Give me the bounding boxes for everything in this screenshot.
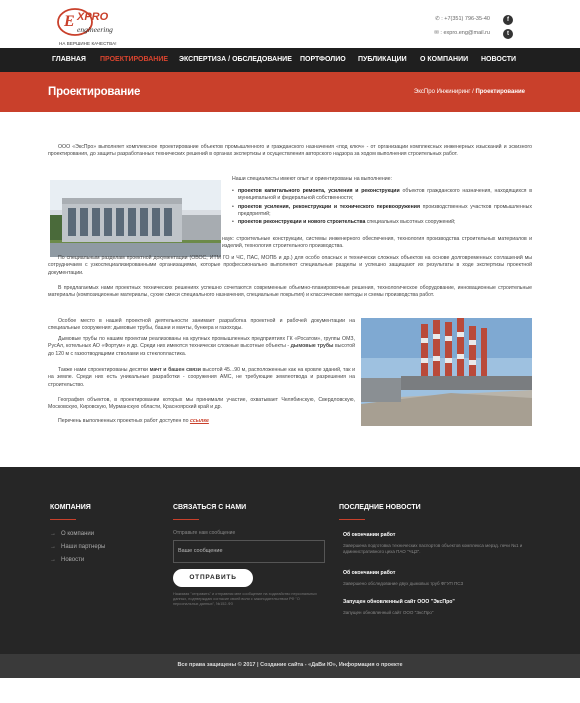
news-item-text: Завершена подготовка технических паспорт…: [343, 543, 523, 555]
list-item: проектов усиления, реконструкции и техни…: [232, 204, 532, 219]
footer-divider: [173, 519, 199, 520]
news-item-title[interactable]: Запущен обновленный сайт ООО "ЭксПро": [343, 599, 455, 606]
footer-link-partners[interactable]: → Наши партнеры: [50, 543, 105, 551]
portfolio-link[interactable]: ссылке: [190, 418, 209, 424]
portfolio-link-text: Перечень выполненных проектных работ дос…: [58, 418, 190, 424]
logo[interactable]: E XPRO engineering НА ВЕРШИНЕ КАЧЕСТВА!: [55, 6, 125, 46]
page-title: Проектирование: [48, 86, 141, 98]
masts-bold: мачт и башен связи: [149, 367, 201, 373]
send-button[interactable]: ОТПРАВИТЬ: [173, 569, 253, 587]
nav-item-design[interactable]: ПРОЕКТИРОВАНИЕ: [100, 48, 168, 72]
site-footer: КОМПАНИЯ → О компании → Наши партнеры → Нов…: [0, 467, 580, 654]
footer-news-title: ПОСЛЕДНИЕ НОВОСТИ: [339, 504, 421, 511]
twitter-icon[interactable]: t: [503, 29, 513, 39]
footer-divider: [50, 519, 76, 520]
nav-item-news[interactable]: НОВОСТИ: [481, 48, 516, 72]
footer-link-news[interactable]: → Новости: [50, 556, 84, 564]
footer-link-label: Новости: [61, 557, 85, 563]
list-item-bold: проектов реконструкции и нового строител…: [238, 219, 366, 226]
form-label: Отправьте нам сообщение: [173, 530, 236, 536]
list-item-bold: проектов капитального ремонта, усиления …: [238, 188, 400, 194]
list-item-bold: проектов усиления, реконструкции и техни…: [238, 203, 421, 210]
copyright-text: Все права защищены © 2017 | Создание сай…: [177, 662, 403, 668]
site-header: E XPRO engineering НА ВЕРШИНЕ КАЧЕСТВА! …: [0, 0, 580, 48]
phone-number[interactable]: ✆ : +7(351) 796-35-40: [435, 16, 490, 23]
intro-paragraph: ООО «ЭксПро» выполняет комплексное проек…: [48, 144, 532, 158]
breadcrumb-home[interactable]: ЭксПро Инжиниринг: [414, 89, 471, 95]
nav-item-expertise[interactable]: ЭКСПЕРТИЗА / ОБСЛЕДОВАНИЕ: [179, 48, 292, 72]
services-list: проектов капитального ремонта, усиления …: [232, 188, 532, 227]
breadcrumb-current: Проектирование: [475, 89, 525, 95]
paragraph-geography: География объектов, в проектировании кот…: [48, 397, 355, 411]
news-item-text: Запущен обновленный сайт ООО "ЭксПро": [343, 610, 434, 615]
facebook-icon[interactable]: f: [503, 15, 513, 25]
arrow-right-icon: →: [50, 544, 56, 550]
svg-text:XPRO: XPRO: [76, 11, 109, 23]
footer-divider: [339, 519, 365, 520]
arrow-right-icon: →: [50, 531, 56, 537]
message-input[interactable]: Ваше сообщение: [173, 540, 325, 563]
nav-item-home[interactable]: ГЛАВНАЯ: [52, 48, 86, 72]
building-photo: [50, 180, 221, 257]
list-item: проектов капитального ремонта, усиления …: [232, 188, 532, 203]
paragraph-solutions: В предлагаемых нами проектных технически…: [48, 285, 532, 299]
footer-link-label: О компании: [61, 531, 95, 537]
phone-icon: ✆: [435, 16, 440, 22]
nav-item-publications[interactable]: ПУБЛИКАЦИИ: [358, 48, 407, 72]
mail-icon: ✉: [434, 30, 439, 36]
email-text: : expro.eng@mail.ru: [440, 30, 490, 36]
consent-note: Нажимая "отправить" и отправляя мне сооб…: [173, 592, 317, 607]
news-item-text: Завершено обследование двух дымовых труб…: [343, 581, 464, 586]
list-item-text: специальных высотных сооружений;: [365, 219, 456, 226]
expro-logo-mark: E XPRO engineering: [57, 8, 113, 36]
paragraph-portfolio-link: Перечень выполненных проектных работ дос…: [48, 418, 355, 425]
nav-item-portfolio[interactable]: ПОРТФОЛИО: [300, 48, 346, 72]
page-hero: Проектирование ЭксПро Инжиниринг / Проек…: [0, 72, 580, 112]
phone-text: : +7(351) 796-35-40: [441, 16, 490, 22]
arrow-right-icon: →: [50, 557, 56, 563]
specialists-heading: Наши специалисты имеют опыт и ориентиров…: [232, 176, 392, 182]
breadcrumb: ЭксПро Инжиниринг / Проектирование: [414, 88, 525, 96]
paragraph-chimneys: Дымовые трубы по нашим проектам реализов…: [48, 336, 355, 358]
news-item-title[interactable]: Об окончании работ: [343, 532, 395, 539]
footer-contact-title: СВЯЗАТЬСЯ С НАМИ: [173, 504, 247, 511]
logo-slogan: НА ВЕРШИНЕ КАЧЕСТВА!: [59, 41, 117, 46]
svg-text:engineering: engineering: [77, 25, 113, 34]
list-item: проектов реконструкции и нового строител…: [232, 219, 532, 227]
copyright-bar: Все права защищены © 2017 | Создание сай…: [0, 654, 580, 678]
masts-text: Также нами спроектированы десятки: [58, 367, 150, 373]
main-nav: ГЛАВНАЯ ПРОЕКТИРОВАНИЕ ЭКСПЕРТИЗА / ОБСЛ…: [0, 48, 580, 72]
news-item-title[interactable]: Об окончании работ: [343, 570, 395, 577]
paragraph-masts: Также нами спроектированы десятки мачт и…: [48, 367, 355, 389]
paragraph-partners: По специальным разделам проектной докуме…: [48, 255, 532, 276]
footer-company-title: КОМПАНИЯ: [50, 504, 91, 511]
disciplines-text: наук: строительные конструкции, системы …: [222, 236, 532, 250]
power-plant-photo: [361, 318, 532, 426]
nav-item-about[interactable]: О КОМПАНИИ: [420, 48, 468, 72]
chimneys-bold: дымовые трубы: [290, 343, 334, 350]
footer-link-label: Наши партнеры: [61, 544, 106, 550]
svg-text:E: E: [63, 13, 75, 30]
footer-link-about[interactable]: → О компании: [50, 530, 94, 538]
email-address[interactable]: ✉ : expro.eng@mail.ru: [434, 30, 490, 37]
paragraph-special-structures: Особое место в нашей проектной деятельно…: [48, 318, 355, 332]
